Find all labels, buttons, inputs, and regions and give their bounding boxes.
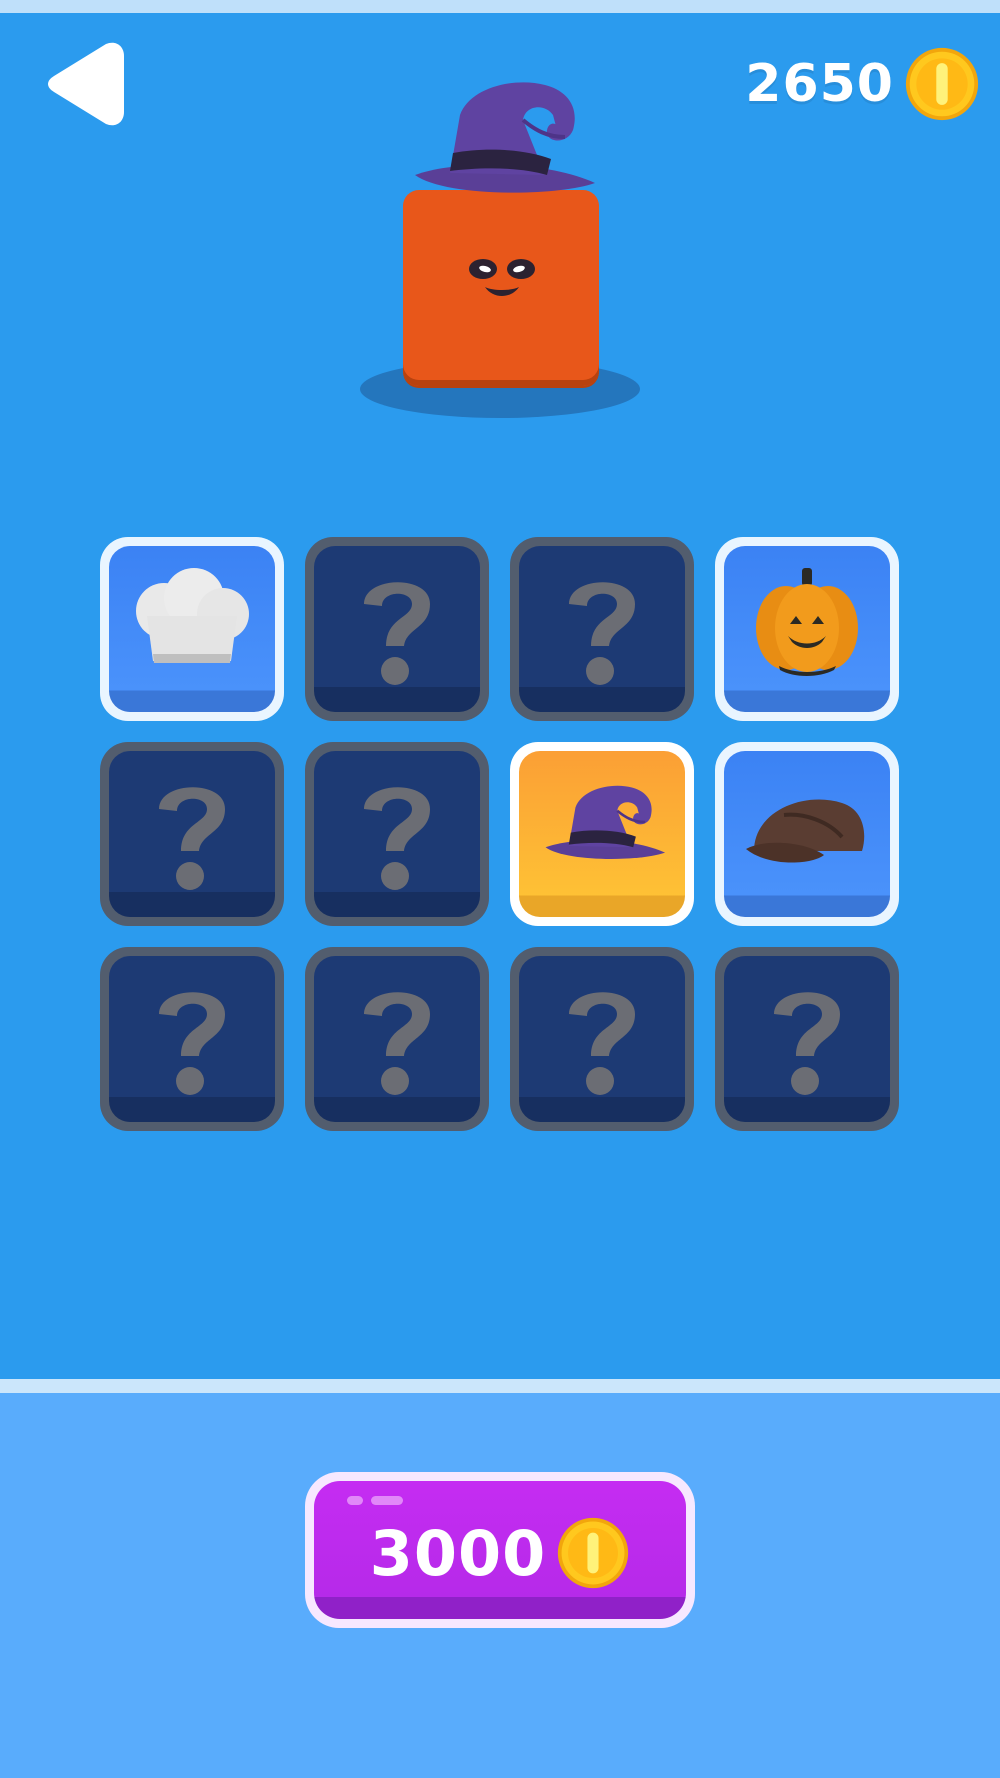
item-slot-witch-hat[interactable] bbox=[510, 742, 694, 926]
item-slot-locked[interactable] bbox=[305, 537, 489, 721]
question-mark-icon bbox=[159, 787, 225, 890]
witch-hat-icon bbox=[544, 784, 667, 861]
item-slot-flat-cap[interactable] bbox=[715, 742, 899, 926]
buy-button-face: 3000 bbox=[314, 1481, 686, 1619]
witch-hat-icon bbox=[395, 75, 605, 215]
pumpkin-icon bbox=[756, 568, 858, 676]
item-slot-pumpkin[interactable] bbox=[715, 537, 899, 721]
coin-balance: 2650 bbox=[745, 46, 980, 122]
buy-price: 3000 bbox=[369, 1516, 547, 1590]
item-slot-locked[interactable] bbox=[510, 947, 694, 1131]
item-slot-locked[interactable] bbox=[305, 742, 489, 926]
question-mark-icon bbox=[364, 992, 430, 1095]
chef-hat-icon bbox=[136, 568, 249, 663]
item-slot-locked[interactable] bbox=[715, 947, 899, 1131]
coin-count: 2650 bbox=[745, 54, 894, 114]
button-shine bbox=[347, 1496, 363, 1505]
button-shine bbox=[371, 1496, 403, 1505]
gold-coin-icon bbox=[556, 1516, 630, 1590]
question-mark-icon bbox=[364, 787, 430, 890]
character-preview bbox=[355, 70, 645, 430]
question-mark-icon bbox=[569, 582, 635, 685]
item-slot-locked[interactable] bbox=[100, 742, 284, 926]
panel-divider bbox=[0, 1379, 1000, 1393]
character-face-icon bbox=[469, 259, 535, 296]
gold-coin-icon bbox=[904, 46, 980, 122]
question-mark-icon bbox=[159, 992, 225, 1095]
item-slot-locked[interactable] bbox=[100, 947, 284, 1131]
flat-cap-icon bbox=[746, 799, 865, 863]
item-slot-locked[interactable] bbox=[305, 947, 489, 1131]
item-grid bbox=[100, 537, 900, 1132]
back-arrow-icon[interactable] bbox=[44, 38, 124, 130]
top-strip bbox=[0, 0, 1000, 13]
question-mark-icon bbox=[569, 992, 635, 1095]
question-mark-icon bbox=[364, 582, 430, 685]
item-slot-locked[interactable] bbox=[510, 537, 694, 721]
item-slot-chef-hat[interactable] bbox=[100, 537, 284, 721]
question-mark-icon bbox=[774, 992, 840, 1095]
buy-button[interactable]: 3000 bbox=[305, 1472, 695, 1628]
